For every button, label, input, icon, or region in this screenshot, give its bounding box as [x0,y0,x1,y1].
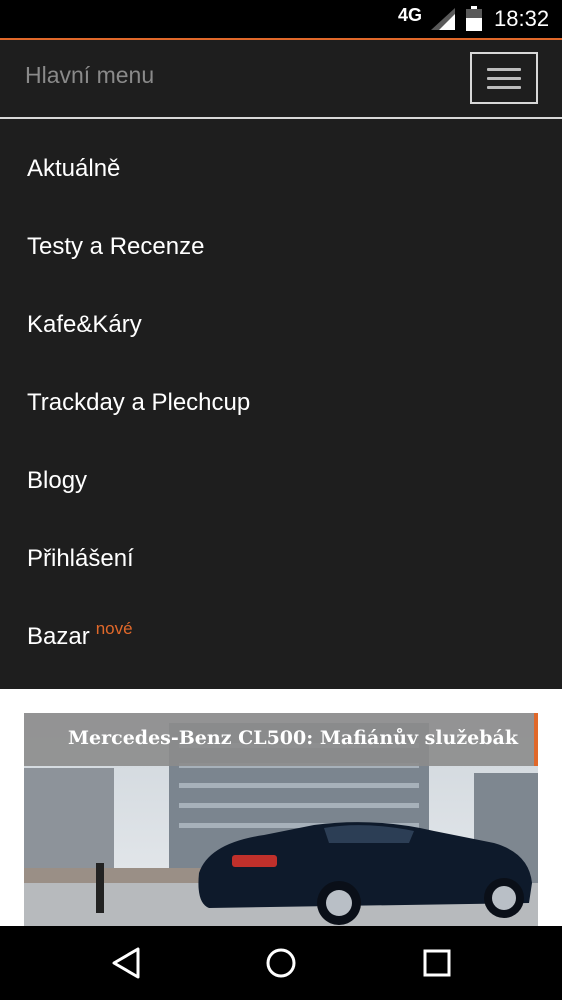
new-badge: nové [95,619,133,638]
menu-title: Hlavní menu [25,62,155,88]
hamburger-icon-line [487,77,521,80]
menu-item-trackday-a-plechcup[interactable]: Trackday a Plechcup [27,389,250,417]
article-card[interactable]: Mercedes-Benz CL500: Mafiánův služebák [24,713,538,928]
menu-item-label: Aktuálně [27,155,121,182]
article-title[interactable]: Mercedes-Benz CL500: Mafiánův služebák [68,727,518,749]
menu-item-label: Blogy [27,467,88,494]
menu-item-label: Kafe&Káry [27,311,142,338]
menu-item-label: Testy a Recenze [27,233,205,260]
menu-item-kafe-a-kary[interactable]: Kafe&Káry [27,311,142,339]
network-type: 4G [398,5,423,25]
menu-item-testy-a-recenze[interactable]: Testy a Recenze [27,233,204,261]
menu-item-blogy[interactable]: Blogy [27,467,87,495]
signal-icon [431,8,455,30]
system-nav-bar [0,926,562,1000]
menu-item-bazar[interactable]: Bazar nové [27,619,133,651]
site-header: Hlavní menu [0,38,562,118]
recents-square-icon[interactable] [419,946,455,980]
menu-item-label: Bazar [27,623,90,650]
home-circle-icon[interactable] [263,946,299,980]
hamburger-menu-button[interactable] [470,52,538,104]
menu-item-aktualne[interactable]: Aktuálně [27,155,120,183]
status-bar: 4G 18:32 [0,0,562,38]
hamburger-icon-line [487,86,521,89]
battery-icon [466,6,482,31]
menu-item-label: Trackday a Plechcup [27,389,251,416]
hamburger-icon-line [487,68,521,71]
clock: 18:32 [494,6,550,31]
menu-item-prihlaseni[interactable]: Přihlášení [27,545,134,573]
menu-item-label: Přihlášení [27,545,134,572]
article-title-bar: Mercedes-Benz CL500: Mafiánův služebák [24,713,538,766]
main-menu: Aktuálně Testy a Recenze Kafe&Káry Track… [0,119,562,689]
back-triangle-icon[interactable] [108,946,144,980]
